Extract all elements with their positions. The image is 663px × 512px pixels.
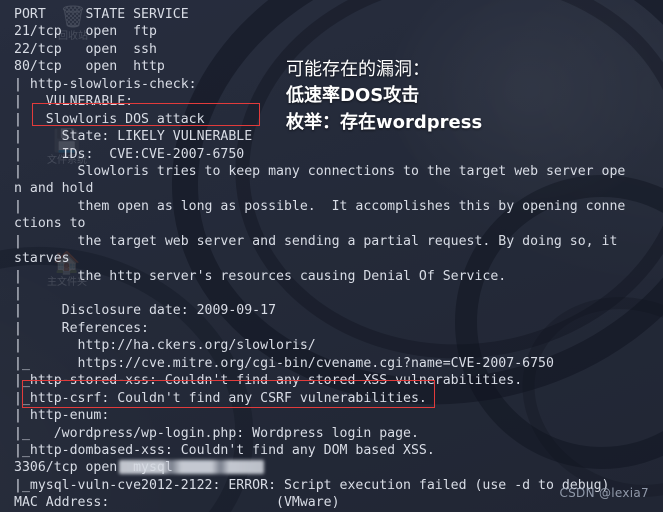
terminal-line: | Slowloris tries to keep many connectio… [14, 163, 626, 179]
screenshot-root: 🗑 回收站 💾 文件系统 🏠 主文件夹 PORT STATE SERVICE 21… [0, 0, 663, 512]
terminal-line: |_ https://cve.mitre.org/cgi-bin/cvename… [14, 355, 554, 371]
terminal-line: |_http-csrf: Couldn't find any CSRF vuln… [14, 390, 427, 406]
csdn-watermark: CSDN @lexia7 [559, 486, 649, 500]
terminal-line: | the http server's resources causing De… [14, 268, 507, 284]
terminal-line: | [14, 286, 22, 301]
annotation-note-wordpress-enum: 枚举：存在wordpress [286, 112, 483, 133]
terminal-line: | IDs: CVE:CVE-2007-6750 [14, 146, 245, 162]
terminal-line: ctions to [14, 216, 86, 232]
terminal-line: 21/tcp open ftp [14, 24, 157, 40]
terminal-line: | References: [14, 320, 149, 336]
terminal-line: | Disclosure date: 2009-09-17 [14, 303, 277, 319]
terminal-line: 3306/tcp open mysql [14, 460, 173, 476]
terminal-line: |_ /wordpress/wp-login.php: Wordpress lo… [14, 425, 419, 441]
terminal-line: 22/tcp open ssh [14, 41, 157, 57]
terminal-line: PORT STATE SERVICE [14, 7, 189, 22]
terminal-line: n and hold [14, 181, 94, 197]
terminal-line: |_http-stored-xss: Couldn't find any sto… [14, 373, 523, 389]
terminal-line: |_http-dombased-xss: Couldn't find any D… [14, 442, 435, 458]
terminal-line: starves [14, 251, 70, 267]
terminal-line: | the target web server and sending a pa… [14, 233, 618, 249]
terminal-line: | them open as long as possible. It acco… [14, 198, 626, 214]
mac-address-redaction [119, 460, 264, 474]
annotation-note-possible-vulnerabilities: 可能存在的漏洞： [286, 59, 430, 80]
terminal-line: | http://ha.ckers.org/slowloris/ [14, 338, 316, 354]
terminal-line: | http-enum: [14, 408, 110, 424]
annotation-note-slow-dos-attack: 低速率DOS攻击 [286, 85, 420, 106]
